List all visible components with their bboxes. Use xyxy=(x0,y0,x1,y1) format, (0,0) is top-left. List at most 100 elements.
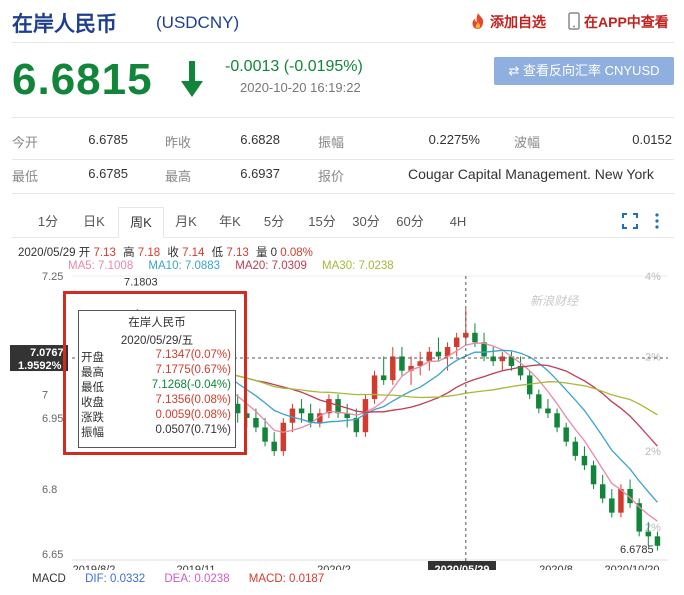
candle-body xyxy=(253,418,259,428)
fire-icon xyxy=(472,13,484,29)
candle-body xyxy=(563,427,569,442)
add-favorite-label: 添加自选 xyxy=(490,14,546,30)
page-title: 在岸人民币 xyxy=(12,13,117,36)
open-value: 6.6785 xyxy=(88,132,128,147)
quote-table: 今开 6.6785 昨收 6.6828 振幅 0.2275% 波幅 0.0152… xyxy=(12,128,674,196)
symbol-code: (USDCNY) xyxy=(156,13,240,32)
macd-value: MACD: 0.0187 xyxy=(248,573,325,585)
tab-5min[interactable]: 5分 xyxy=(256,207,292,236)
y-tick-label: 7 xyxy=(42,389,48,401)
candle-body xyxy=(654,536,661,546)
tab-30min[interactable]: 30分 xyxy=(346,207,386,236)
macd-dif: DIF: 0.0332 xyxy=(85,573,146,585)
open-in-app-button[interactable]: 在APP中查看 xyxy=(568,12,669,32)
divider xyxy=(12,159,674,160)
divider xyxy=(12,193,674,194)
x-tick-label: 2020/8 xyxy=(539,564,573,570)
reverse-rate-button[interactable]: ⇄ 查看反向汇率 CNYUSD xyxy=(494,57,674,85)
open-label: 今开 xyxy=(12,135,39,150)
tab-year[interactable]: 年K xyxy=(212,207,248,236)
low-value: 6.6785 xyxy=(88,166,128,181)
divider xyxy=(12,117,674,118)
candle-body xyxy=(645,531,652,537)
candle-body xyxy=(472,332,478,343)
quote-time: 2020-10-20 16:19:22 xyxy=(240,80,361,95)
macd-legend: MACD DIF: 0.0332 DEA: 0.0238 MACD: 0.018… xyxy=(32,573,340,585)
divider xyxy=(12,42,674,43)
high-label: 最高 xyxy=(165,169,192,184)
tab-day[interactable]: 日K xyxy=(76,207,112,236)
more-options-icon[interactable] xyxy=(654,213,660,229)
x-tick-label: 2020/10/20 xyxy=(604,564,659,570)
candle-body xyxy=(545,408,551,414)
candle-body xyxy=(435,351,442,357)
crosshair-y-label: 7.0767 xyxy=(30,347,64,359)
candle-body xyxy=(298,408,305,414)
right-axis-label: 2% xyxy=(645,351,661,363)
candle-body xyxy=(262,427,268,442)
open-in-app-label: 在APP中查看 xyxy=(584,14,669,30)
crosshair-pct-label: 1.9592% xyxy=(18,360,62,372)
quote-row: 最低 6.6785 最高 6.6937 报价 Cougar Capital Ma… xyxy=(12,162,674,196)
add-favorite-button[interactable]: 添加自选 xyxy=(470,12,546,32)
tab-week[interactable]: 周K xyxy=(118,207,164,238)
candle-body xyxy=(289,408,296,423)
wave-value: 0.0152 xyxy=(632,132,672,147)
x-tick-label: 2019/11 xyxy=(177,564,216,570)
y-tick-label: 7.25 xyxy=(42,271,63,283)
x-tick-label: 2020/2 xyxy=(317,564,351,570)
header: 在岸人民币 (USDCNY) 添加自选 在APP中查看 xyxy=(12,8,674,38)
candle-body xyxy=(426,351,433,362)
period-tabs: 1分 日K 周K 月K 年K 5分 15分 30分 60分 4H xyxy=(12,207,674,238)
macd-dea: DEA: 0.0238 xyxy=(164,573,230,585)
quote-row: 今开 6.6785 昨收 6.6828 振幅 0.2275% 波幅 0.0152 xyxy=(12,128,674,162)
candle-body xyxy=(399,356,405,371)
tab-60min[interactable]: 60分 xyxy=(390,207,430,236)
highlight-frame xyxy=(63,291,247,455)
y-tick-label: 6.8 xyxy=(42,484,57,496)
candle-body xyxy=(371,375,378,400)
price-change: -0.0013 (-0.0195%) xyxy=(225,58,363,75)
candle-body xyxy=(590,465,597,485)
max-price-label: 7.1803 xyxy=(124,276,158,288)
candle-body xyxy=(280,422,287,452)
amplitude-label: 振幅 xyxy=(318,135,345,150)
watermark: 新浪财经 xyxy=(530,294,579,308)
kline-chart[interactable]: 2020/05/29 开 7.13 高 7.18 收 7.14 低 7.13 量… xyxy=(0,240,684,595)
candle-body xyxy=(536,394,542,409)
candle-body xyxy=(554,413,560,428)
reverse-rate-label: 查看反向汇率 CNYUSD xyxy=(523,63,660,78)
price-block: 6.6815 -0.0013 (-0.0195%) 2020-10-20 16:… xyxy=(12,55,674,105)
y-tick-label: 6.65 xyxy=(42,549,63,561)
fullscreen-icon[interactable] xyxy=(622,213,638,229)
current-price: 6.6815 xyxy=(12,55,153,104)
candle-body xyxy=(581,455,588,466)
low-label: 最低 xyxy=(12,169,39,184)
quoter-label: 报价 xyxy=(318,169,345,184)
candle-body xyxy=(572,441,579,456)
candle-body xyxy=(499,356,506,362)
quoter-value: Cougar Capital Management. New York xyxy=(408,166,654,182)
tab-15min[interactable]: 15分 xyxy=(302,207,342,236)
tab-month[interactable]: 月K xyxy=(168,207,204,236)
amplitude-value: 0.2275% xyxy=(428,132,480,147)
y-tick-label: 6.95 xyxy=(42,413,63,425)
candle-body xyxy=(490,356,496,362)
wave-label: 波幅 xyxy=(514,135,541,150)
candle-body xyxy=(618,489,624,513)
prev-close-label: 昨收 xyxy=(165,135,192,150)
prev-close-value: 6.6828 xyxy=(240,132,280,147)
candle-body xyxy=(609,498,615,513)
candle-body xyxy=(271,441,277,452)
tab-4h[interactable]: 4H xyxy=(440,207,476,236)
high-value: 6.6937 xyxy=(240,166,280,181)
candle-body xyxy=(599,484,606,499)
candle-body xyxy=(453,337,460,347)
candle-body xyxy=(380,375,387,381)
down-arrow-icon xyxy=(181,61,203,97)
x-tick-label: 2020/05/29 xyxy=(434,564,489,570)
x-tick-label: 2019/8/2 xyxy=(73,564,116,570)
right-axis-label: 2% xyxy=(645,446,661,458)
macd-title: MACD xyxy=(32,573,66,585)
tab-1min[interactable]: 1分 xyxy=(30,207,66,236)
